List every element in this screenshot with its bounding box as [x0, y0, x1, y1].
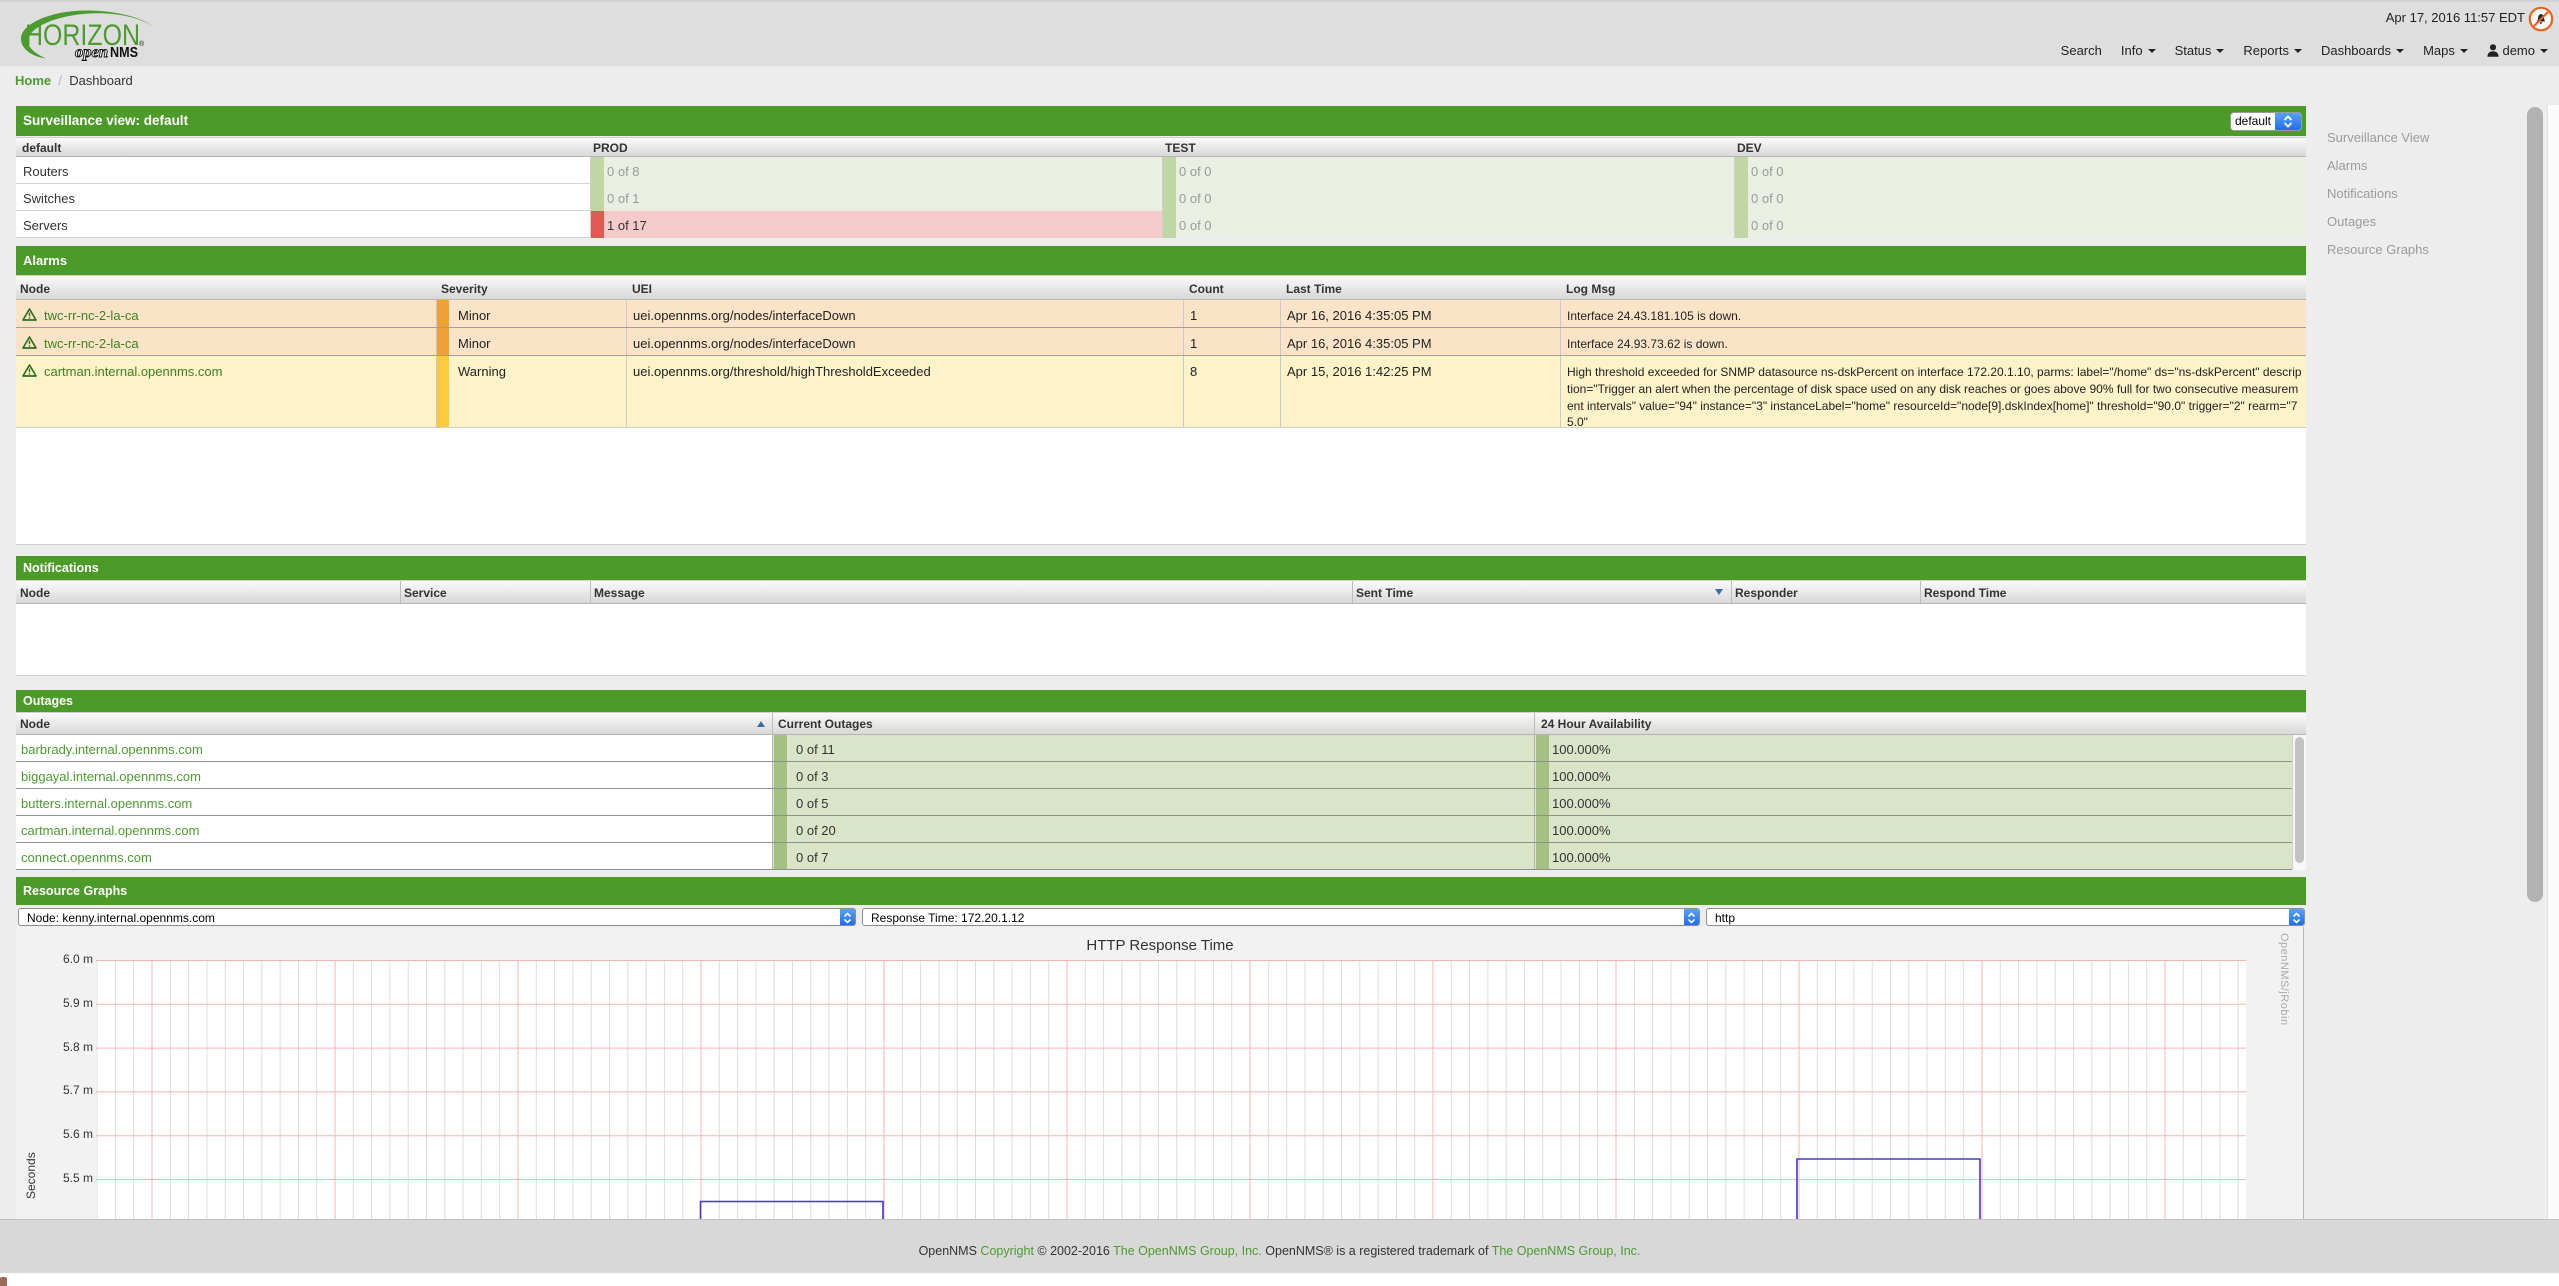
svg-text:®: ® — [139, 40, 145, 48]
svg-text:open: open — [75, 44, 108, 61]
svg-text:NMS: NMS — [110, 44, 138, 61]
